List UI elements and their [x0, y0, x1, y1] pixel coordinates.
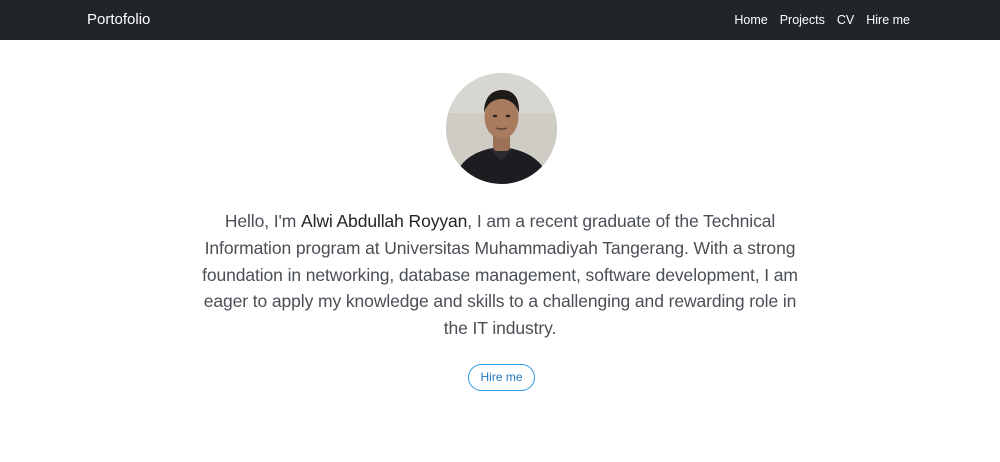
profile-name: Alwi Abdullah Royyan [301, 211, 468, 231]
profile-photo [446, 73, 557, 184]
intro-greeting: Hello, I'm [224, 211, 301, 231]
profile-avatar [446, 73, 557, 184]
top-navbar: Portofolio Home Projects CV Hire me [0, 0, 1000, 40]
intro-paragraph: Hello, I'm Alwi Abdullah Royyan, I am a … [200, 208, 800, 342]
brand-link[interactable]: Portofolio [87, 10, 150, 30]
nav-link-home[interactable]: Home [734, 12, 767, 28]
nav-link-hire-me[interactable]: Hire me [866, 12, 910, 28]
nav-links: Home Projects CV Hire me [734, 12, 910, 28]
nav-link-projects[interactable]: Projects [780, 12, 825, 28]
nav-link-cv[interactable]: CV [837, 12, 854, 28]
hire-me-button[interactable]: Hire me [468, 364, 535, 391]
